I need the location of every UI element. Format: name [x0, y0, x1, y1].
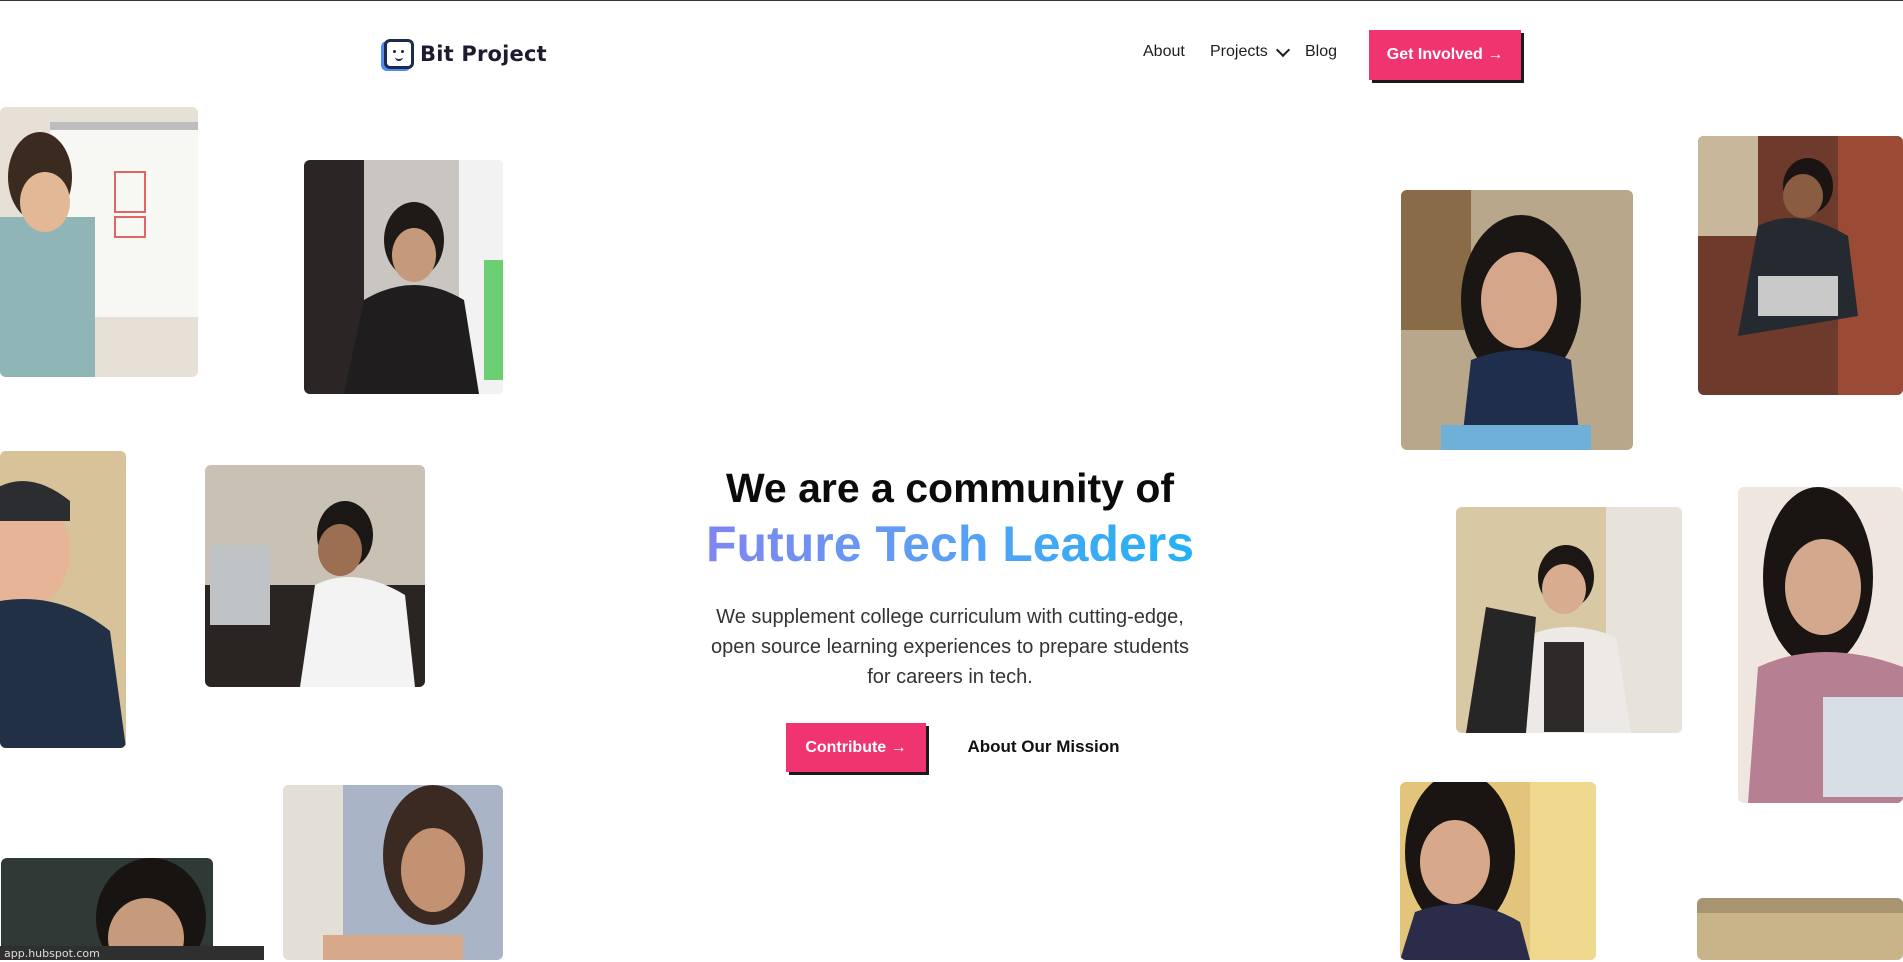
logo-text: Bit Project	[420, 42, 547, 66]
bit-project-logo-icon	[384, 39, 414, 69]
nav-about[interactable]: About	[1143, 43, 1185, 61]
chevron-down-icon	[1275, 42, 1290, 57]
student-bottom-left-photo	[1, 858, 213, 960]
student-typing-photo	[283, 785, 503, 960]
student-headphones-photo	[0, 451, 126, 748]
student-pink-shirt-photo	[1738, 487, 1903, 803]
student-notes-photo	[304, 160, 503, 394]
student-whiteboard-photo	[0, 107, 198, 377]
hero-highlight-title: Future Tech Leaders	[640, 513, 1260, 575]
hero-subtitle: We supplement college curriculum with cu…	[710, 606, 1190, 688]
student-desk-photo	[1698, 136, 1903, 395]
student-laptop-striped-photo	[1456, 507, 1682, 733]
nav-blog[interactable]: Blog	[1305, 43, 1337, 61]
logo[interactable]: Bit Project	[384, 39, 547, 69]
browser-status-bar: app.hubspot.com	[0, 946, 264, 960]
student-stylus-photo	[1401, 190, 1633, 450]
student-bottom-right-photo	[1697, 898, 1903, 960]
student-laptop-photo	[205, 465, 425, 687]
nav-projects[interactable]: Projects	[1210, 42, 1290, 61]
nav-projects-label: Projects	[1210, 43, 1268, 60]
get-involved-button[interactable]: Get Involved →	[1369, 30, 1521, 80]
student-writing-photo	[1400, 782, 1596, 960]
contribute-button[interactable]: Contribute →	[786, 723, 926, 772]
hero-title: We are a community of	[725, 465, 1175, 511]
about-mission-link[interactable]: About Our Mission	[956, 737, 1131, 757]
